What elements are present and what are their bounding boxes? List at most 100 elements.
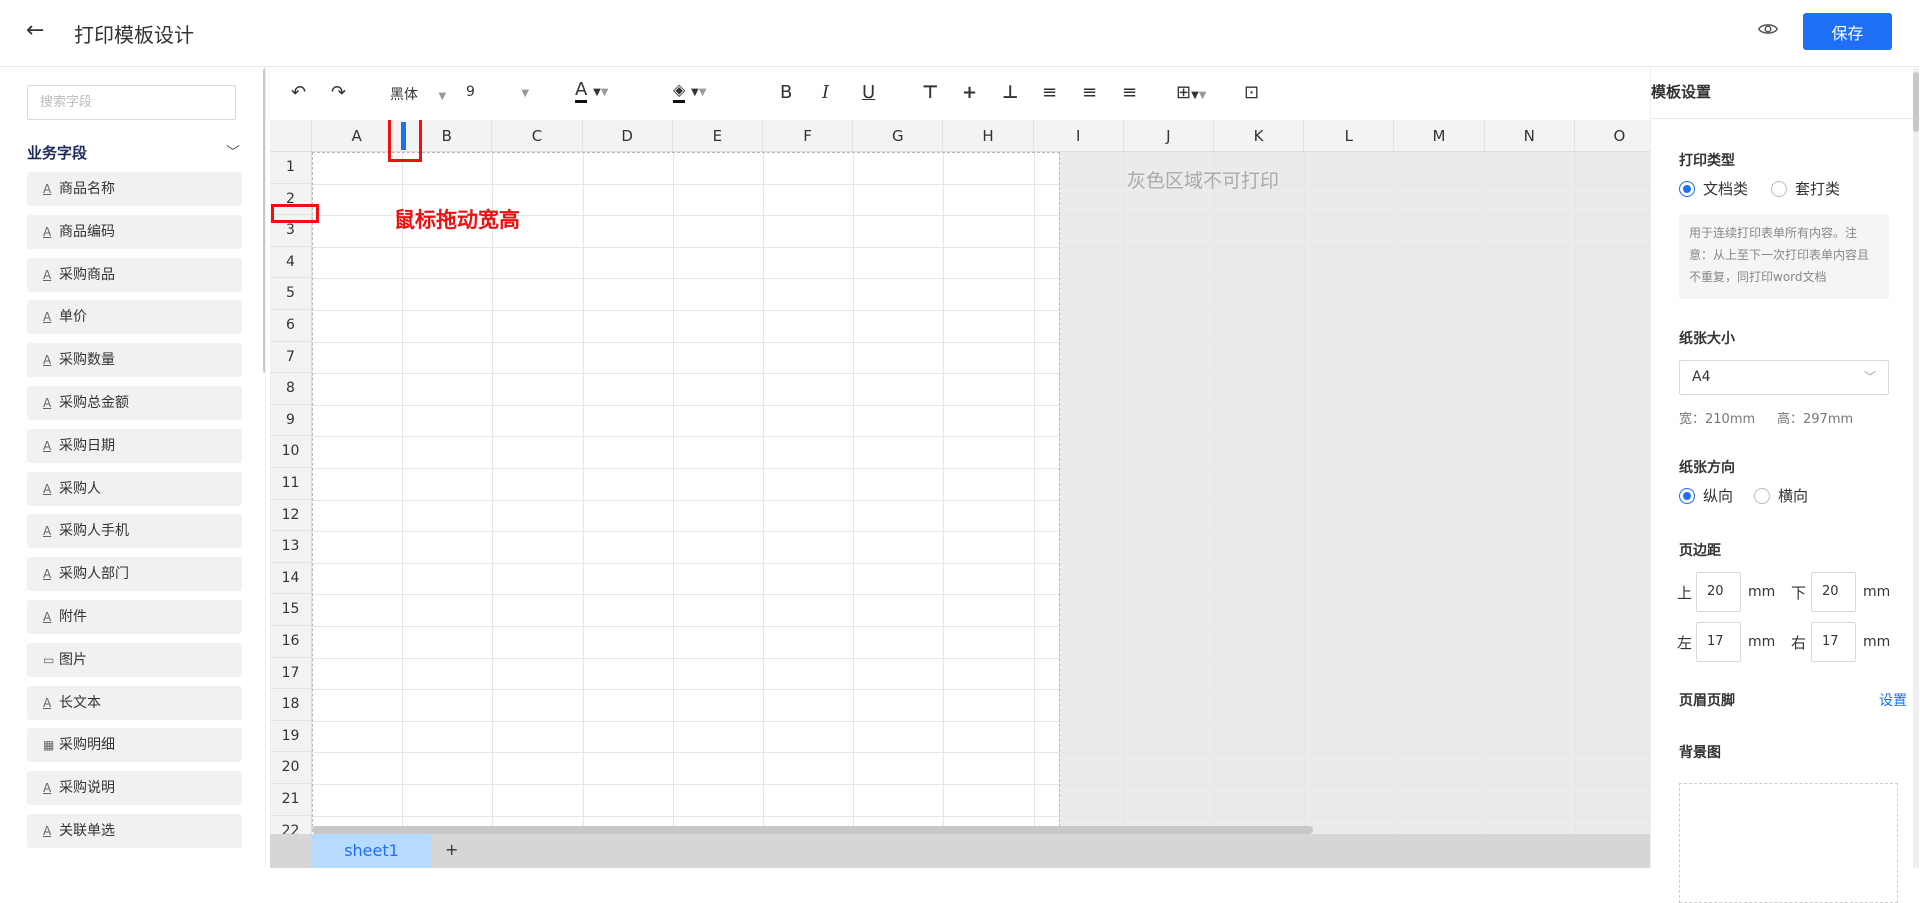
settings-panel: 模板设置 打印类型 文档类 套打类 用于连续打印表单所有内容。注意：从上至下一次… [1650,68,1920,903]
row-header[interactable]: 12 [270,499,312,532]
column-header[interactable]: M [1394,120,1485,152]
align-bottom-icon[interactable]: ⊥ [1002,82,1018,103]
margin-top-input[interactable]: 20 [1696,572,1741,612]
background-upload[interactable] [1679,783,1898,903]
header-footer-settings-link[interactable]: 设置 [1879,690,1907,710]
field-item[interactable]: A 单价 [27,300,242,335]
row-header[interactable]: 21 [270,784,312,816]
align-top-icon[interactable]: ⊤ [922,82,938,103]
tab-sheet1[interactable]: sheet1 [312,834,431,868]
field-item[interactable]: A 商品名称 [27,172,242,206]
field-item[interactable]: A 采购人部门 [27,557,242,592]
row-header[interactable]: 14 [270,562,312,595]
align-right-icon[interactable]: ≡ [1122,82,1137,103]
field-item[interactable]: A 采购商品 [27,257,242,292]
margin-left-input[interactable]: 17 [1696,622,1741,662]
redo-icon[interactable]: ↷ [331,82,346,103]
row-resize-handle-highlight[interactable] [271,204,319,223]
field-item[interactable]: A 关联单选 [27,814,242,848]
radio-portrait[interactable]: 纵向 [1679,485,1733,506]
align-middle-icon[interactable]: + [962,82,977,103]
column-header[interactable]: L [1304,120,1395,152]
text-icon: A [43,824,52,838]
row-header[interactable]: 9 [270,404,312,437]
column-header[interactable]: N [1484,120,1575,152]
field-item[interactable]: A 采购人手机 [27,514,242,549]
chevron-down-icon[interactable]: ﹀ [226,142,240,162]
column-resize-handle[interactable] [401,122,406,150]
horizontal-scrollbar[interactable] [312,826,1313,834]
column-header[interactable]: O [1574,120,1650,152]
field-item[interactable]: ▭ 图片 [27,642,242,677]
column-header[interactable]: F [763,120,854,152]
row-header[interactable]: 18 [270,689,312,721]
column-header[interactable]: I [1033,120,1124,152]
field-item[interactable]: A 采购人 [27,471,242,506]
column-header[interactable]: E [672,120,763,152]
font-family-select[interactable]: 黑体 ▼ [390,84,446,104]
row-header[interactable]: 4 [270,246,312,279]
row-header[interactable]: 22 [270,815,312,834]
field-item[interactable]: A 长文本 [27,685,242,720]
row-header[interactable]: 16 [270,626,312,658]
underline-icon[interactable]: U [862,82,875,103]
font-size-select[interactable]: 9 ▼ [466,84,529,100]
paper-size-select[interactable]: A4 ﹀ [1679,360,1889,395]
column-header[interactable]: H [943,120,1034,152]
caret-down-icon: ▼ [593,87,601,98]
field-item[interactable]: A 采购数量 [27,343,242,378]
column-header[interactable]: J [1123,120,1214,152]
row-header[interactable]: 15 [270,594,312,626]
add-sheet-button[interactable]: + [445,840,458,859]
field-item[interactable]: A 商品编码 [27,214,242,249]
margin-bottom-input[interactable]: 20 [1811,572,1856,612]
column-resize-handle-highlight[interactable] [388,120,422,162]
scrollbar[interactable] [1913,68,1919,868]
row-header[interactable]: 19 [270,720,312,753]
field-item[interactable]: ▦ 采购明细 [27,728,242,763]
font-color-button[interactable]: A ▼▼ [575,79,608,103]
row-header[interactable]: 7 [270,341,312,374]
row-header[interactable]: 11 [270,468,312,500]
row-header[interactable]: 6 [270,310,312,342]
non-printable-label: 灰色区域不可打印 [1127,170,1280,192]
undo-icon[interactable]: ↶ [291,82,306,103]
grid-line [1484,152,1486,834]
merge-cells-icon[interactable]: ⊡ [1244,82,1259,103]
eye-icon[interactable] [1757,18,1779,40]
row-header[interactable]: 5 [270,278,312,310]
row-header[interactable]: 8 [270,373,312,405]
italic-icon[interactable]: I [822,82,829,103]
row-header[interactable]: 1 [270,152,312,184]
spreadsheet-grid[interactable]: ABCDEFGHIJKLMNO 1 2 3 4 5 6 7 8 9 10 11 12 13 14 15 16 1… [270,120,1650,834]
align-left-icon[interactable]: ≡ [1042,82,1057,103]
fill-color-button[interactable]: ◈ ▼▼ [673,79,706,103]
column-header[interactable]: D [582,120,673,152]
bold-icon[interactable]: B [780,82,792,103]
field-item[interactable]: A 采购总金额 [27,386,242,420]
row-header[interactable]: 20 [270,752,312,784]
border-button[interactable]: ⊞▼▼ [1176,82,1207,103]
scrollbar-thumb[interactable] [1913,72,1919,132]
save-button[interactable]: 保存 [1803,13,1892,50]
grid-corner[interactable] [270,120,312,152]
column-header[interactable]: C [492,120,583,152]
column-header[interactable]: K [1214,120,1305,152]
radio-document-type[interactable]: 文档类 [1679,178,1748,199]
row-header[interactable]: 17 [270,657,312,690]
arrow-left-icon[interactable]: ← [26,18,44,43]
field-item[interactable]: A 采购说明 [27,771,242,806]
radio-overlay-type[interactable]: 套打类 [1771,178,1840,199]
text-icon: A [43,310,52,325]
radio-landscape[interactable]: 横向 [1754,485,1808,506]
row-header[interactable]: 13 [270,531,312,563]
field-item[interactable]: A 附件 [27,600,242,634]
column-header[interactable]: G [853,120,944,152]
align-center-icon[interactable]: ≡ [1082,82,1097,103]
scrollbar[interactable] [263,68,265,373]
search-input[interactable] [27,85,236,120]
field-group-title[interactable]: 业务字段 [27,142,87,163]
margin-right-input[interactable]: 17 [1811,622,1856,662]
field-item[interactable]: A 采购日期 [27,428,242,463]
row-header[interactable]: 10 [270,436,312,468]
